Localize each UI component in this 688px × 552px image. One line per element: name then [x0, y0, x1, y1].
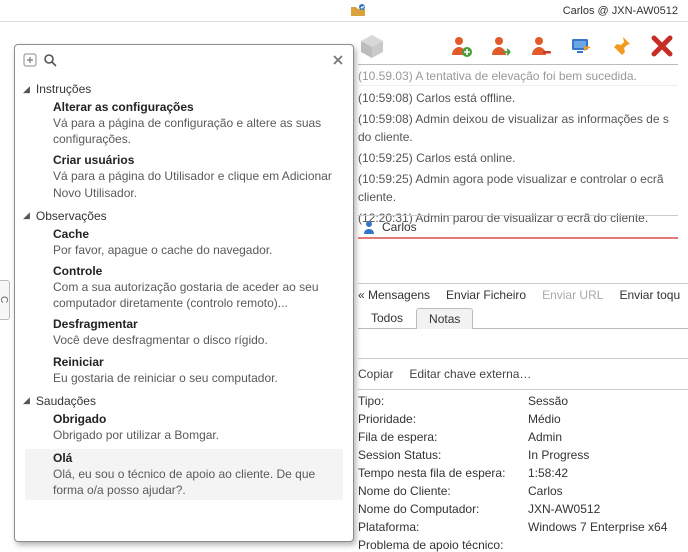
sub-tabs: Todos Notas — [358, 307, 688, 329]
toolbar-right — [450, 26, 674, 66]
list-item[interactable]: CachePor favor, apague o cache do navega… — [53, 227, 343, 258]
list-item[interactable]: ControleCom a sua autorização gostaria d… — [53, 264, 343, 311]
list-item[interactable]: OláOlá, eu sou o técnico de apoio ao cli… — [25, 449, 343, 500]
cube-icon[interactable] — [358, 32, 386, 60]
person-icon — [362, 220, 376, 234]
copy-button[interactable]: Copiar — [358, 367, 393, 381]
search-input[interactable] — [63, 51, 325, 68]
tab-send-nudge[interactable]: Enviar toqu — [619, 288, 680, 302]
add-user-icon[interactable] — [450, 35, 472, 57]
client-row: Carlos — [358, 215, 678, 239]
list-item[interactable]: Alterar as configuraçõesVá para a página… — [53, 100, 343, 147]
search-icon — [43, 53, 57, 67]
chat-log: (10.59.03) A tentativa de elevação foi b… — [358, 64, 678, 230]
info-value: Sessão — [528, 392, 568, 410]
pin-icon[interactable] — [610, 35, 632, 57]
list-item[interactable]: ObrigadoObrigado por utilizar a Bomgar. — [53, 412, 343, 443]
tab-send-file[interactable]: Enviar Ficheiro — [446, 288, 526, 302]
caret-down-icon: ◢ — [23, 84, 30, 95]
folder-icon[interactable] — [350, 3, 366, 19]
left-collapse-stub[interactable]: C — [0, 280, 10, 320]
canned-responses-popup: ◢Instruções Alterar as configuraçõesVá p… — [14, 44, 354, 542]
tab-send-url: Enviar URL — [542, 288, 603, 302]
list-item[interactable]: Criar usuáriosVá para a página do Utilis… — [53, 153, 343, 200]
caret-down-icon: ◢ — [23, 210, 30, 221]
tab-messages[interactable]: « Mensagens — [358, 288, 430, 302]
client-name: Carlos — [382, 220, 417, 234]
monitor-icon[interactable] — [570, 35, 592, 57]
list-item[interactable]: DesfragmentarVocê deve desfragmentar o d… — [53, 317, 343, 348]
session-info: Tipo:Sessão Prioridade:Médio Fila de esp… — [358, 392, 678, 552]
canned-list: ◢Instruções Alterar as configuraçõesVá p… — [15, 74, 353, 506]
list-item[interactable]: ReiniciarEu gostaria de reiniciar o seu … — [53, 355, 343, 386]
close-icon[interactable] — [650, 34, 674, 58]
category[interactable]: ◢Saudações — [23, 394, 343, 408]
edit-key-button[interactable]: Editar chave externa… — [409, 367, 531, 381]
title-bar: Carlos @ JXN-AW0512 — [0, 0, 688, 22]
tab-notes[interactable]: Notas — [416, 308, 473, 329]
add-icon[interactable] — [23, 53, 37, 67]
message-tabs: « Mensagens Enviar Ficheiro Enviar URL E… — [358, 283, 688, 302]
notes-tools: Copiar Editar chave externa… — [358, 358, 688, 390]
transfer-user-icon[interactable] — [490, 35, 512, 57]
tab-all[interactable]: Todos — [358, 307, 416, 328]
category[interactable]: ◢Observações — [23, 209, 343, 223]
window-title: Carlos @ JXN-AW0512 — [563, 5, 678, 17]
info-label: Tipo: — [358, 392, 528, 410]
clear-icon[interactable] — [331, 53, 345, 67]
category[interactable]: ◢Instruções — [23, 82, 343, 96]
caret-down-icon: ◢ — [23, 395, 30, 406]
remove-user-icon[interactable] — [530, 35, 552, 57]
